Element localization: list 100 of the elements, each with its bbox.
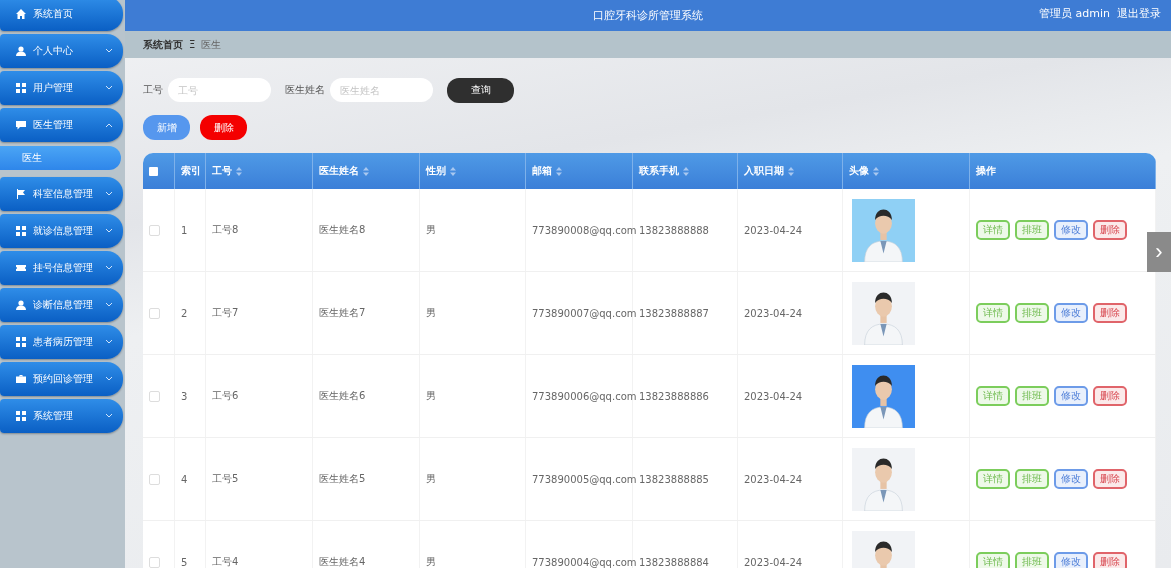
delete-button[interactable]: 删除 xyxy=(200,115,247,140)
flag-icon xyxy=(16,189,26,199)
menu-item[interactable]: 医生管理 xyxy=(0,108,123,142)
row-checkbox[interactable] xyxy=(149,473,160,485)
chevron-down-icon xyxy=(105,85,113,91)
table-cell: 男 xyxy=(426,555,436,568)
menu-item[interactable]: 预约回诊管理 xyxy=(0,362,123,396)
action-button[interactable]: 详情 xyxy=(976,469,1010,489)
edit-button[interactable]: 修改 xyxy=(1054,469,1088,489)
chevron-down-icon xyxy=(105,191,113,197)
table-cell: 男 xyxy=(426,306,436,320)
column-header[interactable]: 联系手机 xyxy=(639,164,679,178)
action-button[interactable]: 排班 xyxy=(1015,386,1049,406)
table-cell: 2 xyxy=(181,307,188,319)
chevron-down-icon xyxy=(105,265,113,271)
breadcrumb-separator: Ξ xyxy=(189,39,196,50)
edit-button[interactable]: 修改 xyxy=(1054,386,1088,406)
action-button[interactable]: 排班 xyxy=(1015,303,1049,323)
menu-item[interactable]: 个人中心 xyxy=(0,34,123,68)
menu-item[interactable]: 诊断信息管理 xyxy=(0,288,123,322)
menu-item[interactable]: 系统首页 xyxy=(0,0,123,31)
table-cell: 4 xyxy=(181,473,188,485)
action-button[interactable]: 详情 xyxy=(976,552,1010,568)
column-header[interactable]: 头像 xyxy=(849,164,869,178)
table-cell: 医生姓名5 xyxy=(319,472,366,486)
sort-icon xyxy=(363,166,369,176)
row-checkbox[interactable] xyxy=(149,556,160,568)
table-cell: 773890005@qq.com xyxy=(532,473,637,485)
ticket-icon xyxy=(16,263,26,273)
chevron-down-icon xyxy=(105,376,113,382)
table-cell: 13823888884 xyxy=(639,556,709,568)
grid-icon xyxy=(16,226,26,236)
delete-button[interactable]: 删除 xyxy=(1093,303,1127,323)
chevron-down-icon xyxy=(105,413,113,419)
action-button[interactable]: 详情 xyxy=(976,386,1010,406)
action-button[interactable]: 排班 xyxy=(1015,220,1049,240)
table-cell: 医生姓名4 xyxy=(319,555,366,568)
delete-button[interactable]: 删除 xyxy=(1093,386,1127,406)
sort-icon xyxy=(683,166,689,176)
field-label: 医生姓名 xyxy=(285,83,325,97)
table-cell: 男 xyxy=(426,472,436,486)
submenu-item[interactable]: 医生 xyxy=(0,146,121,170)
home-icon xyxy=(16,9,26,19)
table-cell: 医生姓名6 xyxy=(319,389,366,403)
column-header[interactable]: 操作 xyxy=(976,164,996,178)
field-label: 工号 xyxy=(143,83,163,97)
row-checkbox[interactable] xyxy=(149,224,160,236)
briefcase-icon xyxy=(16,374,26,384)
breadcrumb-item: 医生 xyxy=(201,37,222,52)
column-header[interactable]: 工号 xyxy=(212,164,232,178)
chevron-up-icon xyxy=(105,122,113,128)
expand-tab[interactable]: › xyxy=(1147,232,1171,272)
search-button[interactable]: 查询 xyxy=(447,77,514,103)
action-button[interactable]: 详情 xyxy=(976,220,1010,240)
delete-button[interactable]: 删除 xyxy=(1093,552,1127,568)
table-cell: 773890008@qq.com xyxy=(532,224,637,236)
menu-item[interactable]: 系统管理 xyxy=(0,399,123,433)
grid-icon xyxy=(16,337,26,347)
table-cell: 工号5 xyxy=(212,472,239,486)
table-cell: 2023-04-24 xyxy=(744,473,803,485)
menu-item[interactable]: 科室信息管理 xyxy=(0,177,123,211)
edit-button[interactable]: 修改 xyxy=(1054,220,1088,240)
chevron-down-icon xyxy=(105,48,113,54)
menu-item[interactable]: 患者病历管理 xyxy=(0,325,123,359)
column-header[interactable]: 索引 xyxy=(181,164,201,178)
delete-button[interactable]: 删除 xyxy=(1093,469,1127,489)
menu-item[interactable]: 用户管理 xyxy=(0,71,123,105)
table-cell: 男 xyxy=(426,389,436,403)
chevron-down-icon xyxy=(105,302,113,308)
add-button[interactable]: 新增 xyxy=(143,115,190,140)
table-cell: 13823888885 xyxy=(639,473,709,485)
logout-link[interactable]: 退出登录 xyxy=(1117,6,1161,21)
action-button[interactable]: 排班 xyxy=(1015,552,1049,568)
row-checkbox[interactable] xyxy=(149,307,160,319)
breadcrumb-item[interactable]: 系统首页 xyxy=(143,37,183,52)
table-cell: 3 xyxy=(181,390,188,402)
column-header[interactable]: 入职日期 xyxy=(744,164,784,178)
select-all-checkbox[interactable] xyxy=(149,166,158,176)
table-cell: 男 xyxy=(426,223,436,237)
edit-button[interactable]: 修改 xyxy=(1054,552,1088,568)
edit-button[interactable]: 修改 xyxy=(1054,303,1088,323)
table-cell: 773890007@qq.com xyxy=(532,307,637,319)
menu-item[interactable]: 挂号信息管理 xyxy=(0,251,123,285)
column-header[interactable]: 医生姓名 xyxy=(319,164,359,178)
chevron-down-icon xyxy=(105,339,113,345)
action-button[interactable]: 排班 xyxy=(1015,469,1049,489)
table-cell: 2023-04-24 xyxy=(744,224,803,236)
row-checkbox[interactable] xyxy=(149,390,160,402)
delete-button[interactable]: 删除 xyxy=(1093,220,1127,240)
table-cell: 工号6 xyxy=(212,389,239,403)
table-cell: 13823888888 xyxy=(639,224,709,236)
person-icon xyxy=(16,46,26,56)
table-cell: 工号8 xyxy=(212,223,239,237)
sort-icon xyxy=(788,166,794,176)
chat-icon xyxy=(16,120,26,130)
menu-item[interactable]: 就诊信息管理 xyxy=(0,214,123,248)
action-button[interactable]: 详情 xyxy=(976,303,1010,323)
column-header[interactable]: 邮箱 xyxy=(532,164,552,178)
column-header[interactable]: 性别 xyxy=(426,164,446,178)
table-cell: 医生姓名8 xyxy=(319,223,366,237)
